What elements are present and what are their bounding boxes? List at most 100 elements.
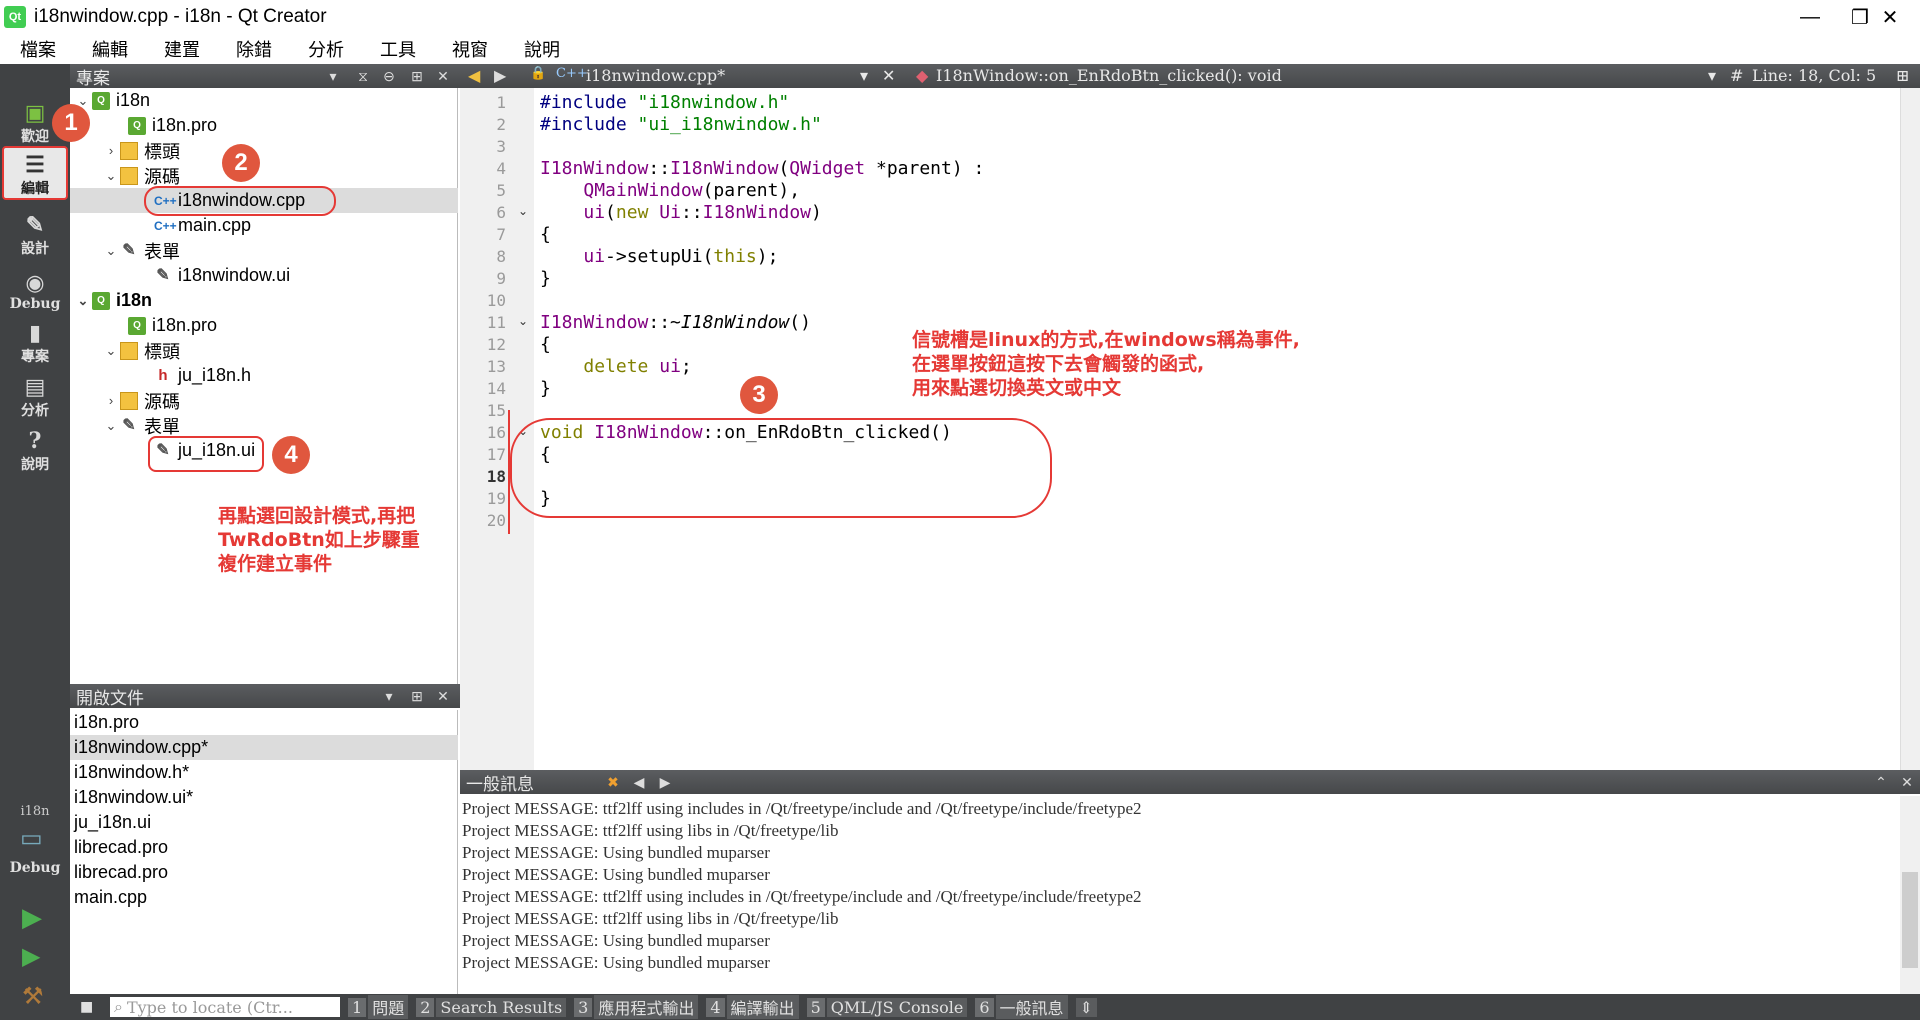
list-item[interactable]: librecad.pro	[74, 860, 458, 885]
close-pane-icon[interactable]: ✕	[430, 64, 456, 88]
list-item[interactable]: ju_i18n.ui	[74, 810, 458, 835]
scrollbar-thumb[interactable]	[1902, 872, 1918, 968]
editor-scrollbar[interactable]	[1900, 88, 1920, 770]
chevron-down-icon[interactable]: ▾	[376, 684, 402, 708]
expand-arrow-icon[interactable]: ⌄	[74, 293, 92, 309]
locator-input[interactable]: ⌕ Type to locate (Ctr...	[110, 997, 340, 1017]
tree-item[interactable]: ⌄ Q i18n	[74, 88, 150, 113]
menu-window[interactable]: 視窗	[438, 36, 510, 62]
fold-chevron-icon[interactable]: ⌄	[518, 314, 528, 328]
close-pane-icon[interactable]: ✕	[430, 684, 456, 708]
split-icon[interactable]: ⊞	[404, 684, 430, 708]
output-log[interactable]: Project MESSAGE: ttf2lff using includes …	[460, 796, 1900, 994]
list-item[interactable]: i18nwindow.h*	[74, 760, 458, 785]
list-item-selected[interactable]: i18nwindow.cpp*	[70, 735, 458, 760]
menu-debug[interactable]: 除錯	[222, 36, 294, 62]
link-icon[interactable]: ⊖	[376, 64, 402, 88]
output-tab-general[interactable]: 6 一般訊息	[975, 995, 1068, 1019]
expand-arrow-icon[interactable]: ›	[102, 143, 120, 158]
mode-analyze[interactable]: ▤ 分析	[2, 366, 68, 420]
prev-icon[interactable]: ◀	[626, 770, 652, 794]
clear-icon[interactable]: ✖	[600, 770, 626, 794]
run-icon[interactable]: ▶	[22, 902, 42, 933]
folder-icon	[120, 141, 138, 160]
menu-tools[interactable]: 工具	[366, 36, 438, 62]
mode-debug[interactable]: ◉ Debug	[2, 258, 68, 312]
close-pane-icon[interactable]: ✕	[1894, 770, 1920, 794]
expand-arrow-icon[interactable]: ⌄	[102, 168, 120, 184]
line-number: 15	[486, 401, 506, 420]
fold-chevron-icon[interactable]: ⌄	[518, 204, 528, 218]
close-button[interactable]: ✕	[1860, 0, 1920, 34]
sidebar-toggle-icon[interactable]: ■	[80, 999, 93, 1015]
mode-bar: ▣ 歡迎 ☰ 編輯 ✎ 設計 ◉ Debug ▮ 專案 ▤ 分析 ? 說明 i1…	[0, 64, 70, 1020]
symbol-selector[interactable]: I18nWindow::on_EnRdoBtn_clicked(): void	[936, 66, 1282, 85]
tab-number: 1	[348, 997, 367, 1017]
minimize-button[interactable]: —	[1780, 0, 1840, 34]
mode-help[interactable]: ? 說明	[2, 420, 68, 474]
tree-item[interactable]: ⌄ 標頭	[102, 338, 180, 363]
line-number: 8	[496, 247, 506, 266]
forward-icon[interactable]: ▶	[494, 66, 506, 85]
expand-arrow-icon[interactable]: ⌄	[102, 343, 120, 359]
tree-item-label: 源碼	[144, 391, 180, 412]
split-icon[interactable]: ⊞	[404, 64, 430, 88]
output-tab-search[interactable]: 2 Search Results	[416, 997, 567, 1017]
output-tab-app-output[interactable]: 3 應用程式輸出	[574, 995, 699, 1019]
annotation-badge-2: 2	[222, 144, 260, 182]
chevron-down-icon[interactable]: ▾	[1708, 66, 1716, 85]
mode-project[interactable]: ▮ 專案	[2, 312, 68, 366]
tree-item[interactable]: ✎ i18nwindow.ui	[154, 263, 290, 288]
kit-monitor-icon[interactable]: ▭	[20, 824, 43, 853]
list-item[interactable]: i18n.pro	[74, 710, 458, 735]
file-tab[interactable]: i18nwindow.cpp*	[586, 66, 725, 85]
tree-item[interactable]: ⌄ ✎ 表單	[102, 238, 180, 263]
filter-icon[interactable]: ⧖	[350, 64, 376, 88]
maximize-pane-icon[interactable]: ⌃	[1868, 770, 1894, 794]
log-line: Project MESSAGE: Using bundled muparser	[462, 953, 770, 972]
line-number: 17	[486, 445, 506, 464]
chevron-down-icon[interactable]: ▾	[860, 66, 868, 85]
run-debug-icon[interactable]: ▶	[22, 942, 40, 971]
output-tab-qml-console[interactable]: 5 QML/JS Console	[806, 997, 968, 1017]
split-icon[interactable]: ⊞	[1896, 66, 1909, 85]
tree-item[interactable]: ⌄ 源碼	[102, 163, 180, 188]
tree-item-label: 源碼	[144, 166, 180, 187]
annotation-note-signal: 信號槽是linux的方式,在windows稱為事件, 在選單按鈕這按下去會觸發的…	[912, 328, 1300, 400]
output-tab-compile[interactable]: 4 編譯輸出	[706, 995, 799, 1019]
tree-item[interactable]: h ju_i18n.h	[154, 363, 251, 388]
mode-edit[interactable]: ☰ 編輯	[2, 146, 68, 200]
tree-item[interactable]: Q i18n.pro	[128, 313, 217, 338]
close-file-icon[interactable]: ✕	[882, 66, 895, 85]
expand-arrow-icon[interactable]: ⌄	[102, 418, 120, 434]
next-icon[interactable]: ▶	[652, 770, 678, 794]
list-item[interactable]: i18nwindow.ui*	[74, 785, 458, 810]
mode-label: 編輯	[21, 181, 49, 197]
tree-item[interactable]: C++ main.cpp	[154, 213, 251, 238]
tree-item[interactable]: › 標頭	[102, 138, 180, 163]
tree-item[interactable]: ⌄ Q i18n	[74, 288, 152, 313]
expand-arrow-icon[interactable]: ›	[102, 393, 120, 408]
menu-build[interactable]: 建置	[150, 36, 222, 62]
back-icon[interactable]: ◀	[468, 66, 480, 85]
menu-edit[interactable]: 編輯	[78, 36, 150, 62]
more-tabs-icon[interactable]: ⇕	[1075, 997, 1097, 1017]
list-item[interactable]: librecad.pro	[74, 835, 458, 860]
annotation-badge-4: 4	[272, 436, 310, 474]
chevron-down-icon[interactable]: ▾	[320, 64, 346, 88]
build-hammer-icon[interactable]: ⚒	[22, 982, 44, 1011]
menu-analyze[interactable]: 分析	[294, 36, 366, 62]
tree-item[interactable]: ⌄ ✎ 表單	[102, 413, 180, 438]
tree-item[interactable]: › 源碼	[102, 388, 180, 413]
tree-item-label: i18nwindow.ui	[178, 265, 291, 285]
output-tab-issues[interactable]: 1 問題	[348, 995, 409, 1019]
menu-help[interactable]: 說明	[510, 36, 582, 62]
output-scrollbar[interactable]	[1900, 796, 1920, 994]
note-line: 再點選回設計模式,再把	[218, 505, 416, 527]
tree-item[interactable]: Q i18n.pro	[128, 113, 217, 138]
mode-design[interactable]: ✎ 設計	[2, 204, 68, 258]
tab-number: 2	[416, 997, 435, 1017]
expand-arrow-icon[interactable]: ⌄	[102, 243, 120, 259]
menu-file[interactable]: 檔案	[6, 36, 78, 62]
list-item[interactable]: main.cpp	[74, 885, 458, 910]
